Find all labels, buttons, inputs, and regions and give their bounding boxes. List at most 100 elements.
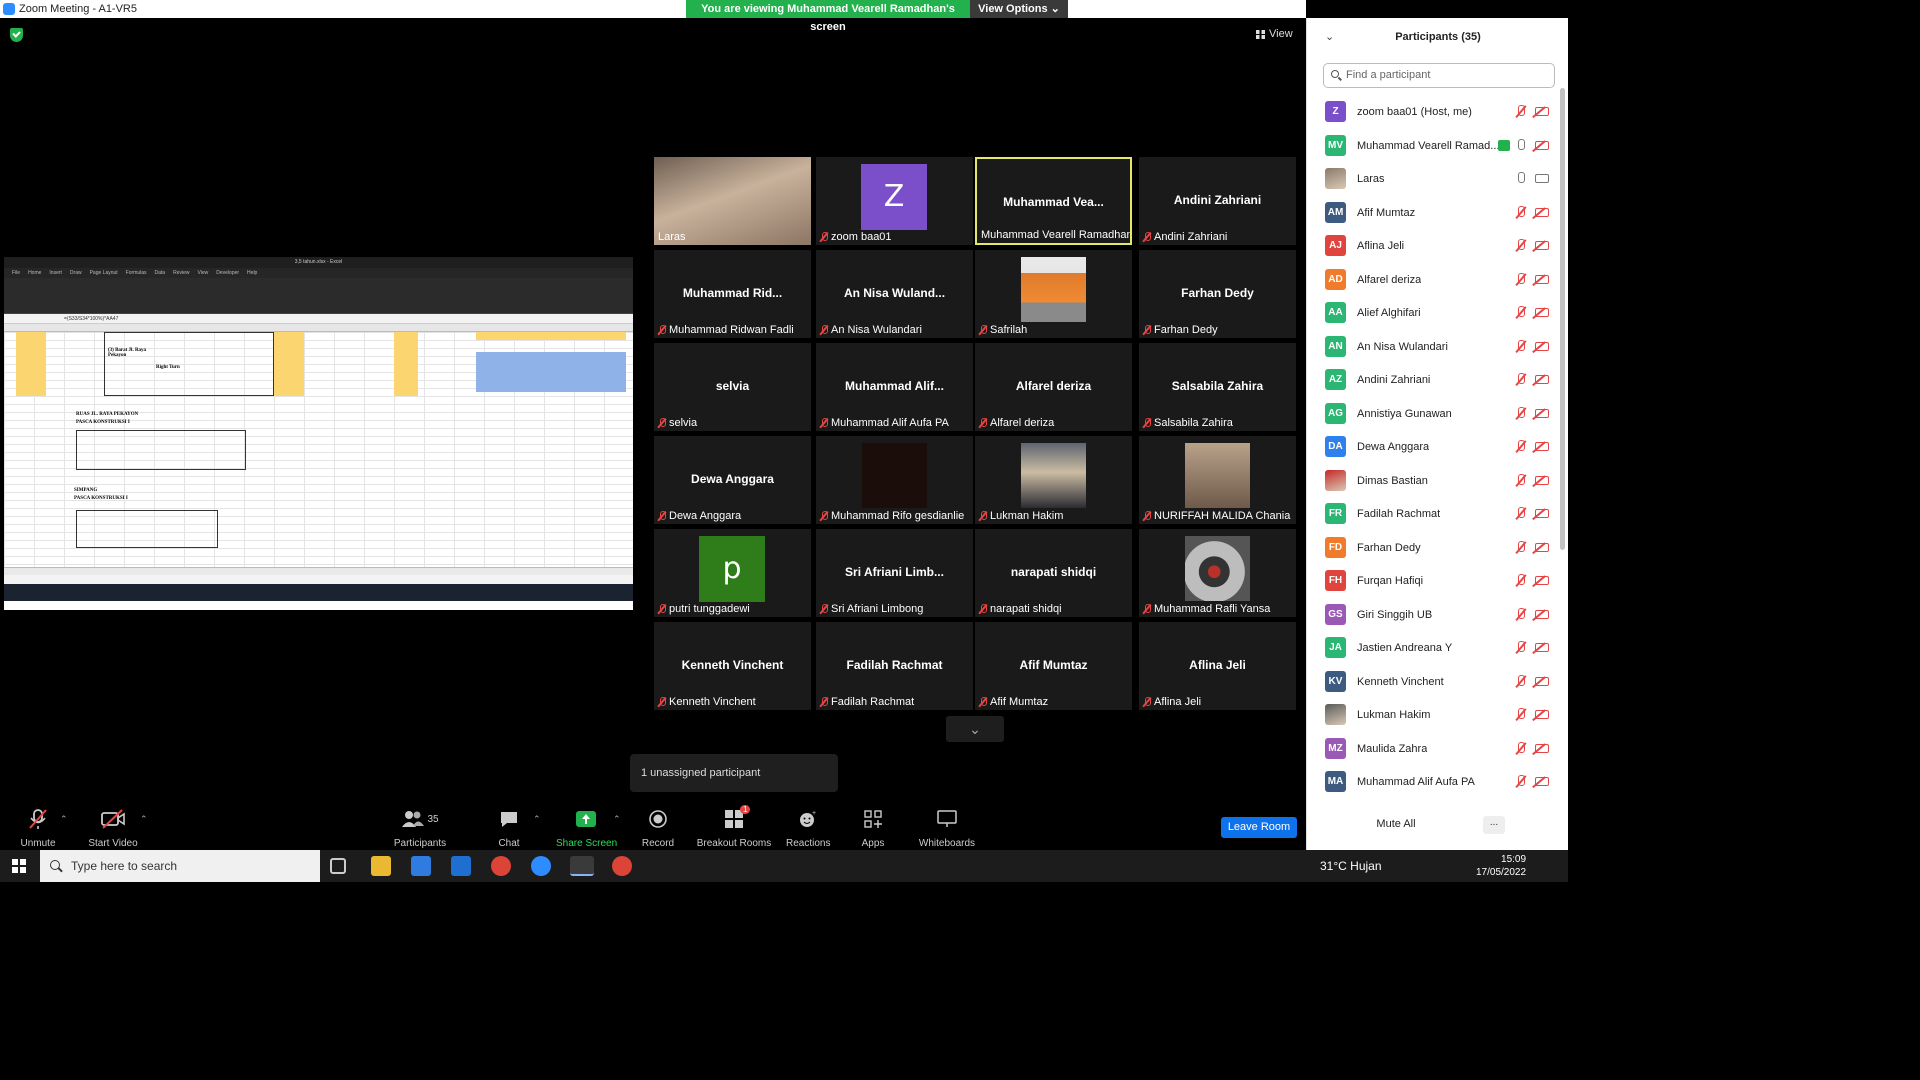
muted-mic-icon[interactable] [1515,473,1527,488]
store-icon[interactable] [411,856,431,876]
video-off-icon[interactable] [1535,241,1549,250]
share-screen-button[interactable]: Share Screen [556,808,617,849]
participant-row[interactable]: AG Annistiya Gunawan [1307,398,1559,432]
leave-room-button[interactable]: Leave Room [1221,817,1297,838]
view-layout-button[interactable]: View [1256,28,1293,40]
video-tile[interactable]: Muhammad Rifo gesdianlie [816,436,973,524]
video-tile[interactable]: Zzoom baa01 [816,157,973,245]
participant-row[interactable]: KV Kenneth Vinchent [1307,666,1559,700]
video-tile[interactable]: Dewa Anggara Dewa Anggara [654,436,811,524]
participant-row[interactable]: Lukman Hakim [1307,699,1559,733]
muted-mic-icon[interactable] [1515,239,1527,253]
participant-row[interactable]: DA Dewa Anggara [1307,431,1559,465]
video-tile[interactable]: Muhammad Vea... Muhammad Vearell Ramadhan [975,157,1132,245]
muted-mic-icon[interactable] [1515,607,1527,622]
video-off-icon[interactable] [1535,609,1549,619]
muted-mic-icon[interactable] [1515,775,1527,789]
chat-button[interactable]: Chat [494,808,524,849]
participant-row[interactable]: FR Fadilah Rachmat [1307,498,1559,532]
unmute-button[interactable]: Unmute [16,808,60,849]
participant-row[interactable]: Zzoom baa01 (Host, me) [1307,96,1559,130]
participant-row[interactable]: JA Jastien Andreana Y [1307,632,1559,666]
participant-list-scrollbar[interactable] [1560,88,1565,550]
windows-start-icon[interactable] [12,859,26,873]
video-off-icon[interactable] [1535,710,1549,719]
participant-row[interactable]: Laras [1307,163,1559,197]
video-off-icon[interactable] [1535,308,1549,317]
video-tile[interactable]: narapati shidqi narapati shidqi [975,529,1132,617]
chrome-profile-icon[interactable] [612,856,632,876]
participant-row[interactable]: AN An Nisa Wulandari [1307,331,1559,365]
video-tile[interactable]: Muhammad Rafli Yansa [1139,529,1296,617]
share-options-caret[interactable]: ⌃ [613,814,621,825]
muted-mic-icon[interactable] [1515,507,1527,521]
muted-mic-icon[interactable] [1515,741,1527,756]
video-tile[interactable]: Safrilah [975,250,1132,338]
breakout-rooms-button[interactable]: 1 Breakout Rooms [696,805,772,849]
video-off-icon[interactable] [1535,643,1549,652]
participant-row[interactable]: MV Muhammad Vearell Ramad... [1307,130,1559,164]
gallery-next-page-button[interactable]: ⌄ [946,716,1004,742]
more-options-button[interactable]: ... [1483,816,1505,834]
chat-options-caret[interactable]: ⌃ [533,814,541,825]
video-tile[interactable]: Aflina Jeli Aflina Jeli [1139,622,1296,710]
video-tile[interactable]: Fadilah Rachmat Fadilah Rachmat [816,622,973,710]
video-off-icon[interactable] [1535,542,1549,552]
muted-mic-icon[interactable] [1515,105,1527,119]
participant-row[interactable]: FH Furqan Hafiqi [1307,565,1559,599]
video-tile[interactable]: Muhammad Alif... Muhammad Alif Aufa PA [816,343,973,431]
video-tile[interactable]: Laras [654,157,811,245]
video-off-icon[interactable] [1535,442,1549,451]
muted-mic-icon[interactable] [1515,205,1527,220]
task-view-icon[interactable] [330,858,346,874]
video-off-icon[interactable] [1535,743,1549,753]
muted-mic-icon[interactable] [1515,406,1527,421]
participants-button[interactable]: 35 Participants [390,808,450,849]
participant-row[interactable]: AJ Aflina Jeli [1307,230,1559,264]
muted-mic-icon[interactable] [1515,306,1527,320]
video-off-icon[interactable] [1535,777,1549,786]
video-tile[interactable]: Kenneth Vinchent Kenneth Vinchent [654,622,811,710]
participant-row[interactable]: MA Muhammad Alif Aufa PA [1307,766,1559,800]
audio-options-caret[interactable]: ⌃ [60,814,68,825]
system-clock[interactable]: 15:09 17/05/2022 [1476,853,1526,879]
participant-row[interactable]: GS Giri Singgih UB [1307,599,1559,633]
video-tile[interactable]: Sri Afriani Limb... Sri Afriani Limbong [816,529,973,617]
video-icon[interactable] [1535,174,1549,183]
video-tile[interactable]: selvia selvia [654,343,811,431]
video-off-icon[interactable] [1535,274,1549,284]
encryption-shield-icon[interactable] [10,28,23,42]
video-off-icon[interactable] [1535,341,1549,351]
muted-mic-icon[interactable] [1515,708,1527,722]
reactions-button[interactable]: + Reactions [786,808,830,849]
video-off-icon[interactable] [1535,107,1549,116]
participant-row[interactable]: Dimas Bastian [1307,465,1559,499]
video-off-icon[interactable] [1535,676,1549,686]
view-options-button[interactable]: View Options ⌄ [970,0,1068,18]
file-explorer-icon[interactable] [371,856,391,876]
muted-mic-icon[interactable] [1515,641,1527,655]
video-options-caret[interactable]: ⌃ [140,814,148,825]
video-tile[interactable]: Andini Zahriani Andini Zahriani [1139,157,1296,245]
participant-search-input[interactable]: Find a participant [1323,63,1555,88]
unassigned-participant-notice[interactable]: 1 unassigned participant [630,754,838,792]
start-video-button[interactable]: Start Video [86,808,140,849]
mail-icon[interactable] [451,856,471,876]
muted-mic-icon[interactable] [1515,574,1527,588]
muted-mic-icon[interactable] [1515,674,1527,689]
video-tile[interactable]: Salsabila Zahira Salsabila Zahira [1139,343,1296,431]
taskbar-search-input[interactable]: Type here to search [40,850,320,882]
zoom-taskbar-icon[interactable] [570,856,594,876]
video-tile[interactable]: p putri tunggadewi [654,529,811,617]
mute-all-button[interactable]: Mute All [1370,818,1422,830]
record-button[interactable]: Record [640,808,676,849]
muted-mic-icon[interactable] [1515,272,1527,287]
participant-row[interactable]: AZ Andini Zahriani [1307,364,1559,398]
muted-mic-icon[interactable] [1515,373,1527,387]
participant-row[interactable]: MZ Maulida Zahra [1307,733,1559,767]
video-tile[interactable]: Farhan Dedy Farhan Dedy [1139,250,1296,338]
video-off-icon[interactable] [1535,207,1549,217]
apps-button[interactable]: Apps [858,808,888,849]
teamviewer-icon[interactable] [531,856,551,876]
participant-row[interactable]: FD Farhan Dedy [1307,532,1559,566]
